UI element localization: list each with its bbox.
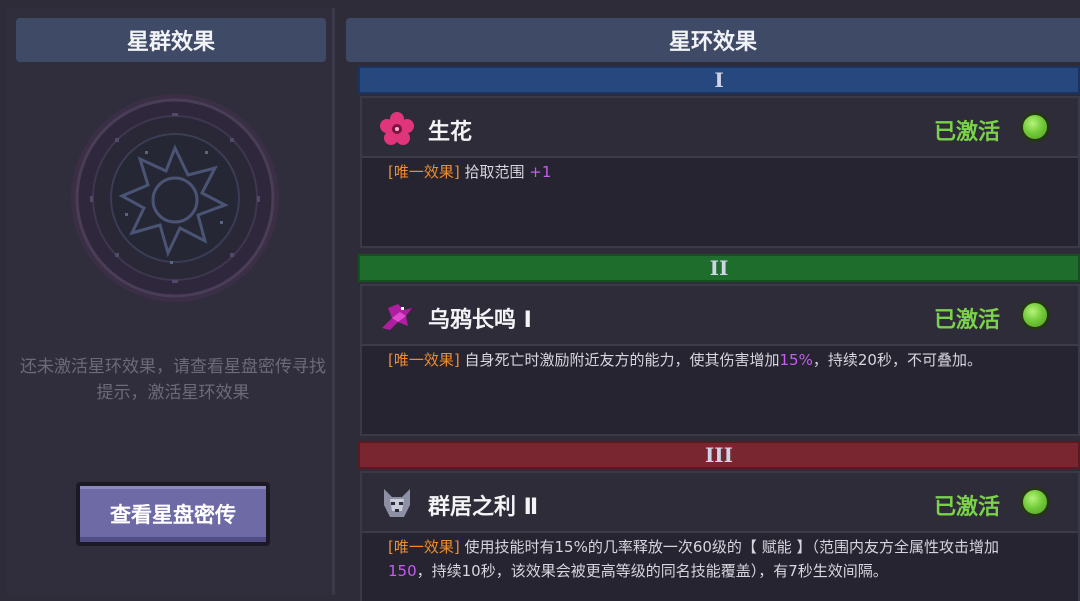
tier-numeral: III	[704, 443, 734, 467]
desc-highlight: +1	[529, 163, 552, 181]
game-window: 星群效果 还未激活星环效果，请查看星盘密传寻找提示，激活星环效果 查看星盘密传 …	[0, 0, 1080, 601]
desc-text: 使用技能时有15%的几率释放一次60级的【 赋能 】（范围内友方全属性攻击增加	[464, 538, 999, 556]
unique-tag: [唯一效果]	[388, 351, 460, 369]
active-indicator-icon	[1020, 112, 1050, 142]
wolf-icon	[384, 489, 410, 517]
pink-flower-icon	[380, 112, 414, 145]
active-indicator-icon	[1020, 487, 1050, 517]
tier-bar-3: III	[358, 441, 1080, 469]
skill-name: 乌鸦长鸣 Ⅰ	[428, 308, 532, 333]
skill-description: [唯一效果] 使用技能时有15%的几率释放一次60级的【 赋能 】（范围内友方全…	[388, 535, 1042, 583]
status-label: 已激活	[933, 495, 1000, 520]
desc-text-tail: ，持续20秒，不可叠加。	[812, 351, 982, 369]
status-label: 已激活	[933, 120, 1000, 145]
star-ring-title: 星环效果	[346, 18, 1080, 62]
effect-card-1[interactable]: 生花 已激活 [唯一效果] 拾取范围 +1	[360, 96, 1080, 248]
desc-text-tail: ，持续10秒，该效果会被更高等级的同名技能覆盖），有7秒生效间隔。	[416, 562, 888, 580]
star-disk-icon[interactable]	[70, 93, 280, 303]
tier-numeral: II	[709, 256, 729, 280]
desc-text: 拾取范围	[464, 163, 525, 181]
hint-text: 还未激活星环效果，请查看星盘密传寻找提示，激活星环效果	[20, 357, 326, 403]
skill-name: 群居之利 Ⅱ	[428, 495, 539, 520]
constellation-panel: 星群效果 还未激活星环效果，请查看星盘密传寻找提示，激活星环效果 查看星盘密传	[6, 8, 335, 595]
status-label: 已激活	[933, 308, 1000, 333]
tier-bar-2: II	[358, 254, 1080, 282]
card-header: 群居之利 Ⅱ 已激活	[362, 473, 1078, 533]
card-header: 乌鸦长鸣 Ⅰ 已激活	[362, 286, 1078, 346]
desc-highlight: 15%	[779, 351, 813, 369]
effect-card-2[interactable]: 乌鸦长鸣 Ⅰ 已激活 [唯一效果] 自身死亡时激励附近友方的能力，使其伤害增加1…	[360, 284, 1080, 436]
skill-description: [唯一效果] 自身死亡时激励附近友方的能力，使其伤害增加15%，持续20秒，不可…	[388, 348, 1042, 372]
effect-card-3[interactable]: 群居之利 Ⅱ 已激活 [唯一效果] 使用技能时有15%的几率释放一次60级的【 …	[360, 471, 1080, 601]
desc-highlight: 150	[388, 562, 417, 580]
card-header: 生花 已激活	[362, 98, 1078, 158]
skill-description: [唯一效果] 拾取范围 +1	[388, 160, 1042, 184]
desc-text: 自身死亡时激励附近友方的能力，使其伤害增加	[464, 351, 780, 369]
crow-icon	[382, 304, 416, 330]
skill-name: 生花	[428, 120, 473, 145]
view-star-secret-button[interactable]: 查看星盘密传	[76, 482, 270, 546]
tier-bar-1: I	[358, 66, 1080, 94]
tier-numeral: I	[714, 68, 724, 92]
unique-tag: [唯一效果]	[388, 163, 460, 181]
active-indicator-icon	[1020, 300, 1050, 330]
unique-tag: [唯一效果]	[388, 538, 460, 556]
constellation-title: 星群效果	[16, 18, 326, 62]
